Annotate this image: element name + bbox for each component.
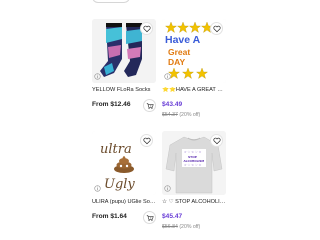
discount-label: (20% off): [179, 112, 201, 118]
product-original-price: $54.37 (20% off): [162, 112, 200, 119]
product-image[interactable]: ☆ ♡ ☆ ♡ ☆ STOP ALCOHOLISM ☆ ♡ ☆ ♡ ☆: [162, 131, 226, 195]
info-icon[interactable]: [94, 73, 101, 80]
info-icon[interactable]: [164, 185, 171, 192]
product-sale-price: $43.49: [162, 101, 183, 108]
product-price: From $1.64: [92, 213, 127, 220]
product-original-price: $56.84 (20% off): [162, 224, 200, 231]
svg-text:DAY: DAY: [168, 57, 185, 67]
discount-label: (20% off): [179, 224, 201, 230]
product-card-great-day[interactable]: Have A Great DAY ⭐⭐HAVE A GREAT DAY⭐⭐ $4…: [162, 19, 226, 129]
product-card-ultra-ugly[interactable]: ultra Ugly ULIRA (pupu) UGlie Socks From…: [92, 131, 156, 236]
svg-text:ultra: ultra: [100, 142, 132, 157]
product-image[interactable]: ultra Ugly: [92, 131, 156, 195]
original-price-value: $54.37: [162, 112, 178, 118]
product-title[interactable]: ⭐⭐HAVE A GREAT DAY⭐⭐: [162, 87, 226, 94]
svg-text:☆ ♡ ☆ ♡ ☆: ☆ ♡ ☆ ♡ ☆: [184, 150, 202, 154]
favorite-heart-icon[interactable]: [210, 134, 223, 147]
original-price-value: $56.84: [162, 224, 178, 230]
favorite-heart-icon[interactable]: [140, 134, 153, 147]
add-to-cart-button[interactable]: [143, 99, 156, 112]
product-card-socks[interactable]: YELLOW FLoRa Socks From $12.46: [92, 19, 156, 129]
favorite-heart-icon[interactable]: [140, 22, 153, 35]
svg-text:Have A: Have A: [165, 34, 201, 46]
product-sale-price: $45.47: [162, 213, 183, 220]
add-to-cart-button[interactable]: [143, 211, 156, 224]
svg-text:☆ ♡ ☆ ♡ ☆: ☆ ♡ ☆ ♡ ☆: [184, 163, 202, 167]
product-price: From $12.46: [92, 101, 131, 108]
svg-text:Ugly: Ugly: [104, 177, 135, 192]
favorite-heart-icon[interactable]: [210, 22, 223, 35]
info-icon[interactable]: [94, 185, 101, 192]
product-title[interactable]: ☆ ♡ STOP ALCOHOLISM ♡ ☆: [162, 199, 226, 206]
product-title[interactable]: ULIRA (pupu) UGlie Socks: [92, 199, 156, 206]
cart-icon: [146, 214, 154, 221]
svg-text:Great: Great: [168, 47, 190, 57]
product-card-sweatshirt[interactable]: ☆ ♡ ☆ ♡ ☆ STOP ALCOHOLISM ☆ ♡ ☆ ♡ ☆ ☆ ♡ …: [162, 131, 226, 236]
info-icon[interactable]: [164, 73, 171, 80]
cart-icon: [146, 102, 154, 109]
product-image[interactable]: [92, 19, 156, 83]
product-image[interactable]: Have A Great DAY: [162, 19, 226, 83]
top-pill-button[interactable]: [92, 0, 130, 3]
product-title[interactable]: YELLOW FLoRa Socks: [92, 87, 156, 94]
